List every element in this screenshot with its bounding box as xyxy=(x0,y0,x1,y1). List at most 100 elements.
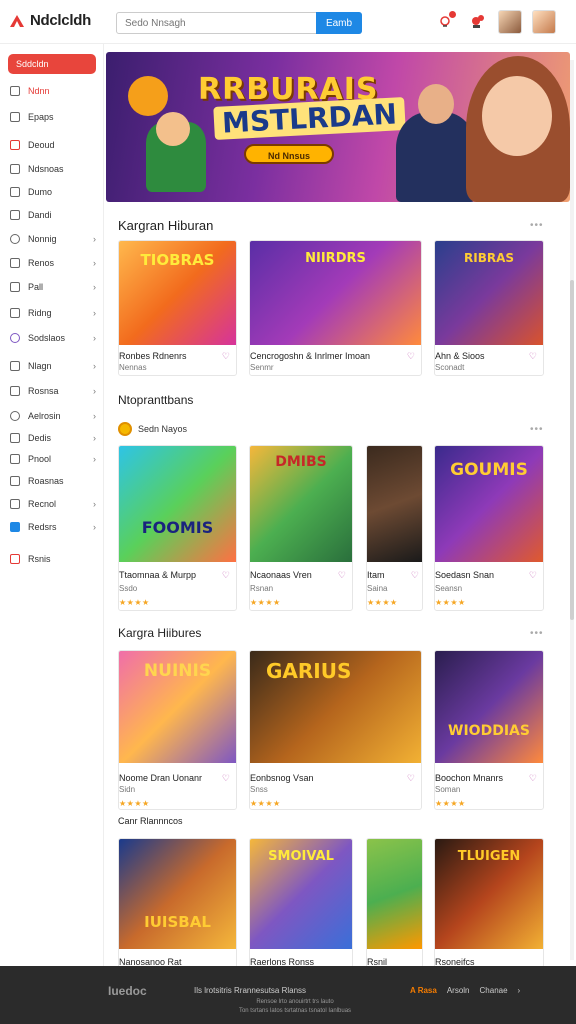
scrollbar[interactable] xyxy=(570,60,574,960)
favorite-icon[interactable]: ♡ xyxy=(338,570,346,581)
sidebar-item-11[interactable]: Nlagn › xyxy=(10,359,96,373)
footer-links[interactable]: Ils lrotsitris Rrannesutsa Rlanss xyxy=(194,986,306,995)
favorite-icon[interactable]: ♡ xyxy=(529,773,537,784)
footer-link-b[interactable]: Arsoln xyxy=(447,986,470,995)
sidebar-item-8[interactable]: Pall › xyxy=(10,280,96,294)
sidebar-primary-button[interactable]: Sddcldn xyxy=(8,54,96,74)
notification-badge xyxy=(449,11,456,18)
game-thumbnail xyxy=(367,839,422,949)
game-card[interactable]: GARIUS Eonbsnog Vsan Snss ★★★★ ♡ xyxy=(249,650,422,810)
chevron-right-icon: › xyxy=(93,433,96,443)
section-more-2[interactable]: ••• xyxy=(530,424,544,435)
sidebar-item-2[interactable]: Deoud xyxy=(10,138,96,152)
game-card[interactable]: NIIRDRS Cencrogoshn & Inrlmer Imoan Senm… xyxy=(249,240,422,376)
game-card[interactable]: DMIBS Ncaonaas Vren Rsnan ★★★★ ♡ xyxy=(249,445,353,611)
favorite-icon[interactable]: ♡ xyxy=(529,351,537,362)
section-title-2: Ntopranttbans xyxy=(118,393,194,407)
game-card[interactable]: GOUMIS Soedasn Snan Seansn ★★★★ ♡ xyxy=(434,445,544,611)
sidebar-item-7[interactable]: Renos › xyxy=(10,256,96,270)
game-thumbnail: NUINIS xyxy=(119,651,236,763)
game-thumbnail: GOUMIS xyxy=(435,446,543,562)
favorite-icon[interactable]: ♡ xyxy=(222,773,230,784)
favorite-icon[interactable]: ♡ xyxy=(407,351,415,362)
game-card[interactable]: FOOMIS Ttaomnaa & Murpp Ssdo ★★★★ ♡ xyxy=(118,445,237,611)
footer-right: A Rasa Arsoln Chanae › xyxy=(410,986,520,995)
banner-cta-button[interactable]: Nd Nnsus xyxy=(244,144,334,164)
notification-icon[interactable] xyxy=(434,11,456,33)
search-input[interactable] xyxy=(117,13,317,33)
sidebar-item-4[interactable]: Dumo xyxy=(10,185,96,199)
star-icon xyxy=(10,164,20,174)
chevron-right-icon: › xyxy=(93,411,96,421)
info-icon xyxy=(10,411,20,421)
sidebar-item-18[interactable]: Redsrs › xyxy=(10,520,96,534)
game-publisher: Rsnan xyxy=(250,584,274,593)
game-rating: ★★★★ xyxy=(250,598,281,607)
scrollbar-thumb[interactable] xyxy=(570,280,574,620)
game-rating: ★★★★ xyxy=(119,374,150,375)
sidebar-item-12[interactable]: Rosnsa › xyxy=(10,384,96,398)
footer-logo[interactable]: Iuedoc xyxy=(108,984,147,998)
footer-text: Rensoe lrto anouirtrt trs lauto Ton tsrt… xyxy=(210,998,380,1016)
chat-icon xyxy=(10,282,20,292)
sidebar-item-6[interactable]: Nonnig › xyxy=(10,232,96,246)
sidebar-item-0[interactable]: Ndnn xyxy=(10,84,96,98)
chevron-right-icon: › xyxy=(93,361,96,371)
chart-icon xyxy=(10,308,20,318)
game-card[interactable]: TIOBRAS Ronbes Rdnenrs Nennas ★★★★ ♡ xyxy=(118,240,237,376)
sidebar-item-19[interactable]: Rsnis xyxy=(10,552,96,566)
sidebar-item-1[interactable]: Epaps xyxy=(10,110,96,124)
footer-link-a[interactable]: A Rasa xyxy=(410,986,437,995)
sidebar-item-10[interactable]: Sodslaos › xyxy=(10,331,96,345)
game-card[interactable]: RIBRAS Ahn & Sioos Sconadt ★★★★ ♡ xyxy=(434,240,544,376)
game-card[interactable]: Rsnil xyxy=(366,838,423,968)
chevron-right-icon: › xyxy=(93,522,96,532)
section-more-3[interactable]: ••• xyxy=(530,628,544,639)
favorite-icon[interactable]: ♡ xyxy=(529,570,537,581)
favorite-icon[interactable]: ♡ xyxy=(222,570,230,581)
favorite-icon[interactable]: ♡ xyxy=(411,570,419,581)
game-card[interactable]: WIODDIAS Boochon Mnanrs Soman ★★★★ ♡ xyxy=(434,650,544,810)
game-name: Ncaonaas Vren xyxy=(250,570,312,580)
sidebar-item-16[interactable]: Roasnas xyxy=(10,474,96,488)
footer-text-line: Ton tsrtans latos tsrtatnas tsnatol Ianl… xyxy=(238,1008,352,1014)
footer-link-c[interactable]: Chanae xyxy=(480,986,508,995)
top-bar: Ndclcldh Eamb xyxy=(0,0,576,44)
game-card[interactable]: SMOIVAL Raerlons Ronss xyxy=(249,838,353,968)
game-publisher: Seansn xyxy=(435,584,463,593)
footer-text-line: Rensoe lrto anouirtrt trs lauto xyxy=(256,999,334,1005)
logo[interactable]: Ndclcldh xyxy=(8,12,91,29)
favorite-icon[interactable]: ♡ xyxy=(222,351,230,362)
game-name: Soedasn Snan xyxy=(435,570,495,580)
game-name: Itam xyxy=(367,570,385,580)
woman-face-art xyxy=(482,76,552,156)
character-face-art xyxy=(156,112,190,146)
game-publisher: Sidn xyxy=(119,785,136,794)
section-more-1[interactable]: ••• xyxy=(530,220,544,231)
avatar-secondary[interactable] xyxy=(532,10,556,34)
hero-banner[interactable]: RRBURAIS MSTLRDAN Nd Nnsus xyxy=(106,52,570,202)
gift-icon[interactable] xyxy=(466,11,488,33)
game-publisher: Senmr xyxy=(250,363,274,372)
favorite-icon[interactable]: ♡ xyxy=(407,773,415,784)
grid-icon xyxy=(10,258,20,268)
game-card[interactable]: Itam Saina ★★★★ ♡ xyxy=(366,445,423,611)
sidebar-item-9[interactable]: Ridng › xyxy=(10,306,96,320)
avatar[interactable] xyxy=(498,10,522,34)
game-rating: ★★★★ xyxy=(119,598,150,607)
sidebar-item-17[interactable]: Recnol › xyxy=(10,497,96,511)
tag-icon xyxy=(10,361,20,371)
game-card[interactable]: IUISBAL Nanosanoo Rat xyxy=(118,838,237,968)
sidebar-item-13[interactable]: Aelrosin › xyxy=(10,409,96,423)
chevron-right-icon: › xyxy=(93,386,96,396)
sidebar-item-14[interactable]: Dedis › xyxy=(10,431,96,445)
chevron-right-icon[interactable]: › xyxy=(518,986,521,995)
balloon-art xyxy=(128,76,168,116)
logout-icon xyxy=(10,554,20,564)
game-card[interactable]: NUINIS Noome Dran Uonanr Sidn ★★★★ ♡ xyxy=(118,650,237,810)
sidebar-item-5[interactable]: Dandi xyxy=(10,208,96,222)
search-button[interactable]: Eamb xyxy=(316,12,362,34)
game-card[interactable]: TLUIGEN Rsoneifcs xyxy=(434,838,544,968)
sidebar-item-3[interactable]: Ndsnoas xyxy=(10,162,96,176)
sidebar-item-15[interactable]: Pnool › xyxy=(10,452,96,466)
